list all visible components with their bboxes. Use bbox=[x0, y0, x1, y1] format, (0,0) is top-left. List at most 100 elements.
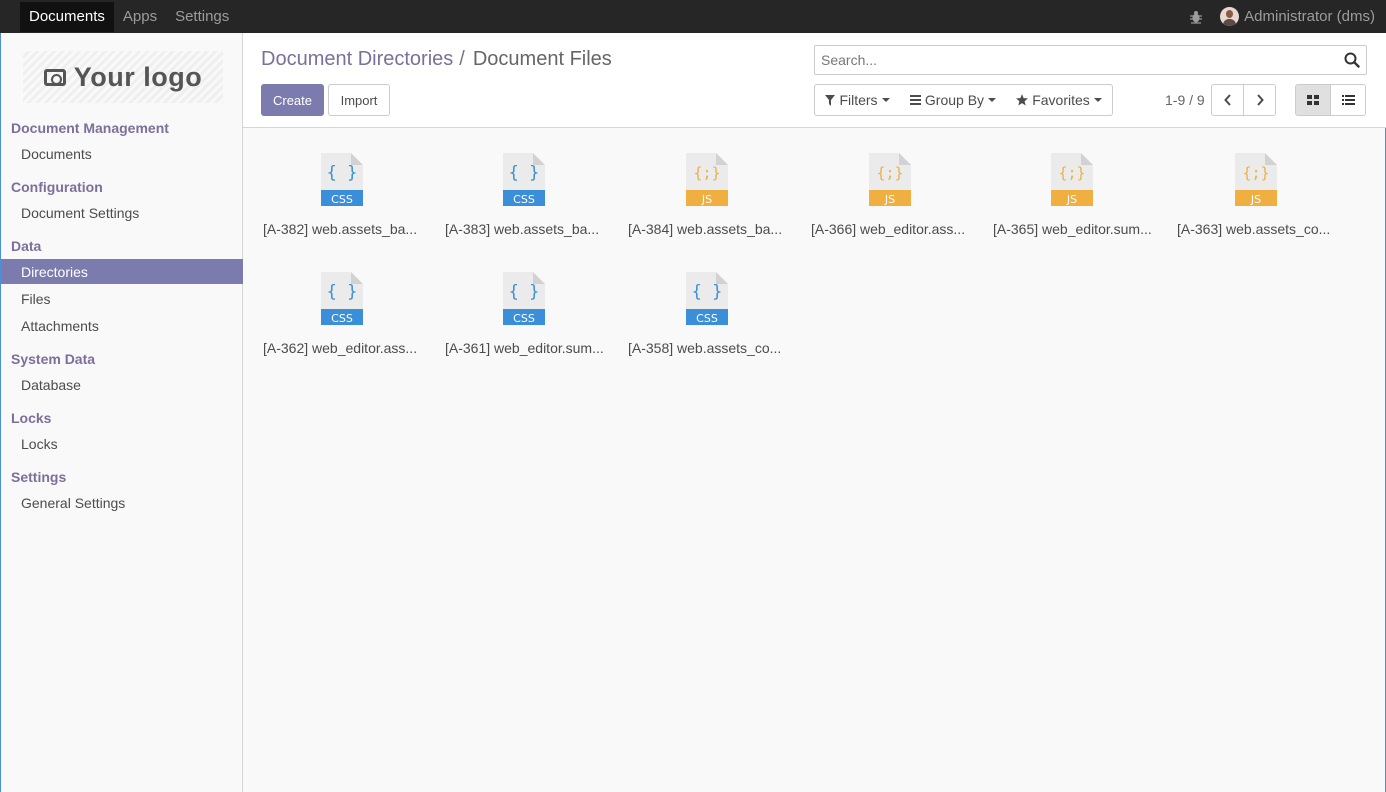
file-card[interactable]: CSS { } [A-362] web_editor.ass... bbox=[261, 272, 431, 372]
create-button[interactable]: Create bbox=[261, 84, 324, 116]
file-card[interactable]: JS {;} [A-363] web.assets_co... bbox=[1175, 153, 1345, 253]
favorites-dropdown[interactable]: Favorites bbox=[1006, 84, 1113, 116]
css-file-icon: CSS { } bbox=[321, 153, 363, 206]
file-card[interactable]: JS {;} [A-366] web_editor.ass... bbox=[809, 153, 979, 253]
svg-text:{;}: {;} bbox=[876, 164, 903, 182]
file-name: [A-383] web.assets_ba... bbox=[445, 221, 600, 237]
kanban-view: CSS { } [A-382] web.assets_ba... CSS { } [… bbox=[243, 128, 1386, 792]
breadcrumb: Document Directories / Document Files bbox=[261, 48, 612, 71]
svg-text:{;}: {;} bbox=[1058, 164, 1085, 182]
bug-icon[interactable] bbox=[1189, 10, 1203, 24]
sidebar: Your logo Document Management Documents … bbox=[0, 33, 243, 792]
svg-text:{ }: { } bbox=[509, 282, 540, 302]
js-file-icon: JS {;} bbox=[686, 153, 728, 206]
svg-text:CSS: CSS bbox=[331, 312, 353, 325]
caret-down-icon bbox=[988, 98, 997, 102]
css-file-icon: CSS { } bbox=[503, 153, 545, 206]
chevron-right-icon bbox=[1256, 94, 1264, 106]
filters-dropdown[interactable]: Filters bbox=[814, 84, 901, 116]
js-file-icon: JS {;} bbox=[869, 153, 911, 206]
file-name: [A-366] web_editor.ass... bbox=[811, 221, 966, 237]
file-card[interactable]: CSS { } [A-361] web_editor.sum... bbox=[443, 272, 613, 372]
svg-text:{ }: { } bbox=[509, 163, 540, 183]
svg-text:CSS: CSS bbox=[513, 193, 535, 206]
file-card[interactable]: CSS { } [A-358] web.assets_co... bbox=[626, 272, 796, 372]
svg-text:{;}: {;} bbox=[693, 164, 720, 182]
control-panel: Document Directories / Document Files Cr… bbox=[243, 33, 1386, 128]
favorites-label: Favorites bbox=[1032, 92, 1090, 108]
file-name: [A-361] web_editor.sum... bbox=[445, 340, 604, 356]
file-name: [A-358] web.assets_co... bbox=[628, 340, 782, 356]
breadcrumb-separator: / bbox=[459, 48, 465, 70]
caret-down-icon bbox=[881, 98, 890, 102]
avatar bbox=[1220, 7, 1240, 26]
app-switcher-documents[interactable]: Documents bbox=[20, 1, 114, 32]
import-button[interactable]: Import bbox=[328, 84, 390, 116]
svg-text:CSS: CSS bbox=[696, 312, 718, 325]
kanban-view-button[interactable] bbox=[1295, 84, 1331, 116]
sidebar-item-database[interactable]: Database bbox=[1, 372, 243, 397]
js-file-icon: JS {;} bbox=[1051, 153, 1093, 206]
nav-settings[interactable]: Settings bbox=[166, 0, 238, 33]
file-name: [A-382] web.assets_ba... bbox=[263, 221, 418, 237]
chevron-left-icon bbox=[1223, 94, 1231, 106]
company-logo[interactable]: Your logo bbox=[23, 51, 223, 103]
css-file-icon: CSS { } bbox=[686, 272, 728, 325]
breadcrumb-current: Document Files bbox=[472, 48, 612, 70]
search-icon[interactable] bbox=[1344, 52, 1360, 68]
file-card[interactable]: CSS { } [A-382] web.assets_ba... bbox=[261, 153, 431, 253]
sidebar-item-directories[interactable]: Directories bbox=[1, 259, 243, 284]
star-icon bbox=[1016, 94, 1029, 106]
grid-icon bbox=[1307, 95, 1319, 105]
section-data: Data bbox=[11, 238, 42, 254]
section-settings: Settings bbox=[11, 469, 67, 485]
svg-text:CSS: CSS bbox=[331, 193, 353, 206]
sidebar-item-general-settings[interactable]: General Settings bbox=[1, 490, 243, 515]
nav-apps[interactable]: Apps bbox=[114, 0, 166, 33]
svg-text:JS: JS bbox=[884, 193, 895, 206]
svg-text:{ }: { } bbox=[327, 282, 358, 302]
svg-text:{ }: { } bbox=[692, 282, 723, 302]
section-configuration: Configuration bbox=[11, 179, 103, 195]
sidebar-item-locks[interactable]: Locks bbox=[1, 431, 243, 456]
camera-icon bbox=[43, 68, 66, 86]
file-card[interactable]: CSS { } [A-383] web.assets_ba... bbox=[443, 153, 613, 253]
caret-down-icon bbox=[1093, 98, 1102, 102]
file-card[interactable]: JS {;} [A-365] web_editor.sum... bbox=[991, 153, 1161, 253]
search-input[interactable] bbox=[821, 52, 1321, 68]
breadcrumb-parent[interactable]: Document Directories bbox=[261, 48, 453, 71]
svg-text:JS: JS bbox=[1250, 193, 1261, 206]
svg-text:JS: JS bbox=[701, 193, 712, 206]
section-system-data: System Data bbox=[11, 351, 96, 367]
sidebar-item-documents[interactable]: Documents bbox=[1, 141, 243, 166]
section-document-management: Document Management bbox=[11, 120, 169, 136]
filter-icon bbox=[825, 94, 836, 106]
svg-text:JS: JS bbox=[1066, 193, 1077, 206]
list-view-button[interactable] bbox=[1330, 84, 1366, 116]
search-box bbox=[814, 45, 1367, 75]
file-card[interactable]: JS {;} [A-384] web.assets_ba... bbox=[626, 153, 796, 253]
pager-next-button[interactable] bbox=[1243, 84, 1276, 116]
pager-value[interactable]: 1-9 / 9 bbox=[1165, 92, 1205, 108]
file-name: [A-363] web.assets_co... bbox=[1177, 221, 1331, 237]
file-name: [A-365] web_editor.sum... bbox=[993, 221, 1152, 237]
groupby-label: Group By bbox=[924, 92, 985, 108]
top-navbar: Documents Apps Settings Administrator (d… bbox=[0, 0, 1386, 33]
sidebar-item-document-settings[interactable]: Document Settings bbox=[1, 200, 243, 225]
groupby-dropdown[interactable]: Group By bbox=[900, 84, 1007, 116]
pager-previous-button[interactable] bbox=[1211, 84, 1244, 116]
svg-text:{ }: { } bbox=[327, 163, 358, 183]
js-file-icon: JS {;} bbox=[1235, 153, 1277, 206]
svg-text:CSS: CSS bbox=[513, 312, 535, 325]
file-name: [A-384] web.assets_ba... bbox=[628, 221, 783, 237]
svg-text:{;}: {;} bbox=[1242, 164, 1269, 182]
list-bars-icon bbox=[909, 95, 921, 105]
file-name: [A-362] web_editor.ass... bbox=[263, 340, 418, 356]
sidebar-item-files[interactable]: Files bbox=[1, 286, 243, 311]
user-menu[interactable]: Administrator (dms) bbox=[1220, 7, 1386, 26]
sidebar-item-attachments[interactable]: Attachments bbox=[1, 313, 243, 338]
section-locks: Locks bbox=[11, 410, 52, 426]
css-file-icon: CSS { } bbox=[321, 272, 363, 325]
css-file-icon: CSS { } bbox=[503, 272, 545, 325]
user-name: Administrator (dms) bbox=[1244, 8, 1375, 25]
